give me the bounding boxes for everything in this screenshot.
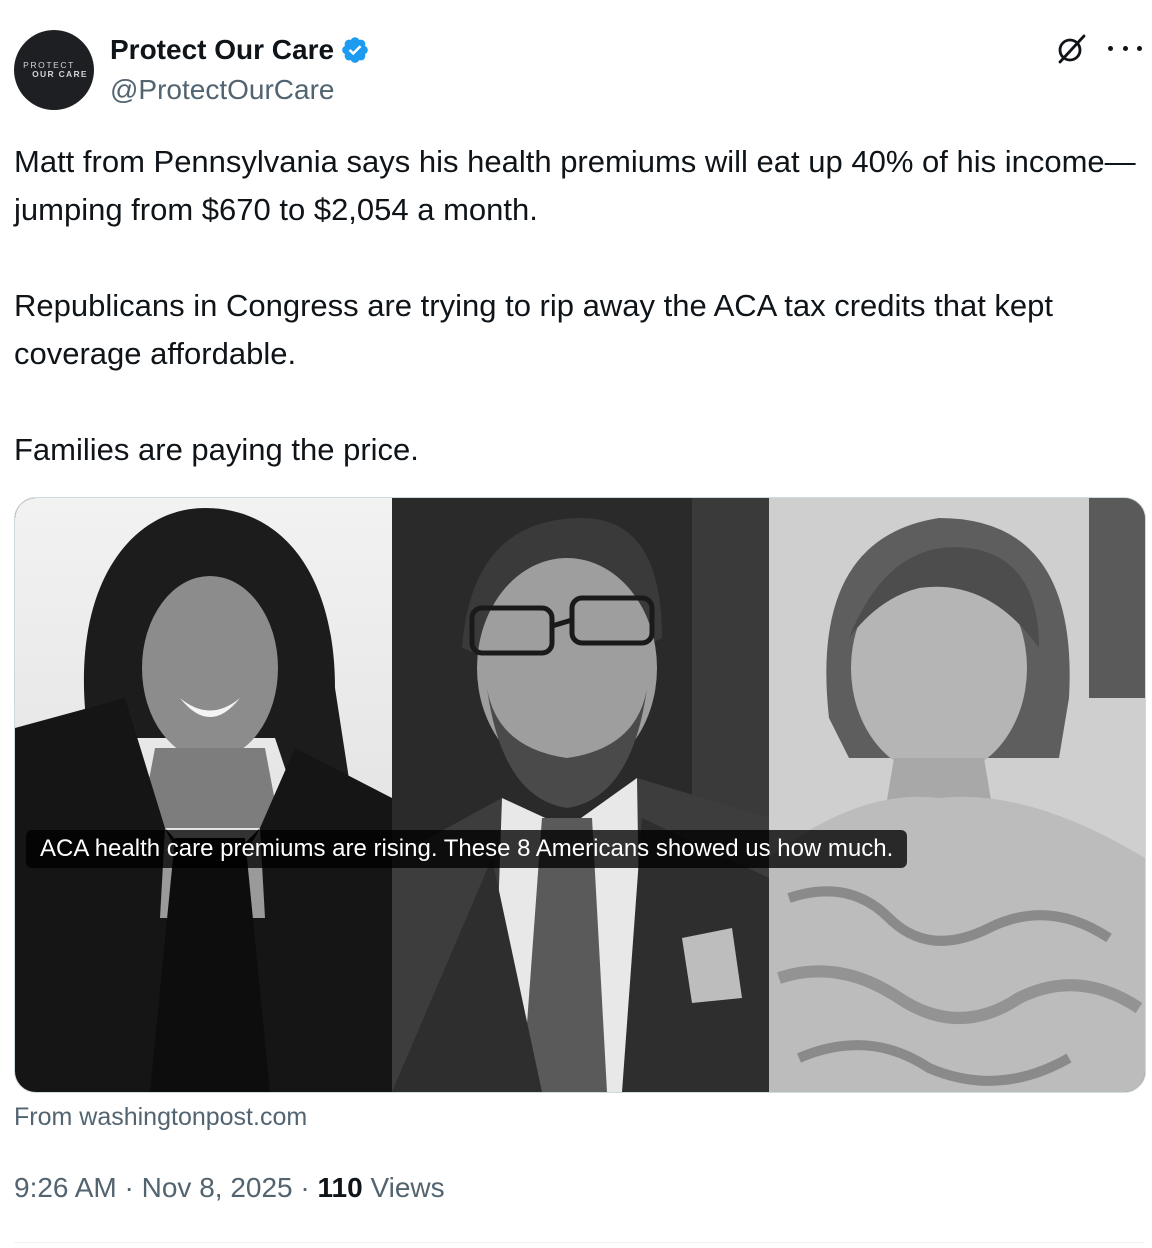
- card-source-link[interactable]: From washingtonpost.com: [14, 1100, 307, 1134]
- grok-icon[interactable]: [1054, 32, 1088, 66]
- views-label: Views: [362, 1172, 445, 1203]
- tweet-time[interactable]: 9:26 AM: [14, 1172, 117, 1203]
- avatar[interactable]: PROTECT OUR CARE: [14, 30, 94, 110]
- tweet-date[interactable]: Nov 8, 2025: [142, 1172, 293, 1203]
- link-card[interactable]: [14, 497, 1146, 1093]
- card-photo-man-glasses: [392, 498, 769, 1092]
- card-caption: ACA health care premiums are rising. The…: [26, 830, 908, 868]
- author-name-row: Protect Our Care: [110, 32, 370, 68]
- tweet-text: Matt from Pennsylvania says his health p…: [14, 138, 1138, 474]
- card-photo-woman-smiling: [15, 498, 392, 1092]
- author-handle[interactable]: @ProtectOurCare: [110, 72, 335, 108]
- more-dot: [1137, 45, 1142, 51]
- meta-separator: ·: [116, 1172, 142, 1203]
- more-options-icon[interactable]: [1108, 38, 1142, 58]
- author-name[interactable]: Protect Our Care: [110, 32, 334, 68]
- tweet-meta: 9:26 AM · Nov 8, 2025 · 110 Views: [14, 1170, 445, 1206]
- verified-badge-icon: [340, 35, 370, 65]
- divider: [14, 1242, 1144, 1243]
- avatar-text-our-care: OUR CARE: [32, 69, 88, 79]
- views-count: 110: [317, 1172, 363, 1203]
- tweet-paragraph-2: Republicans in Congress are trying to ri…: [14, 288, 1054, 371]
- meta-separator: ·: [292, 1172, 318, 1203]
- tweet-paragraph-1: Matt from Pennsylvania says his health p…: [14, 144, 1136, 227]
- card-photo-older-woman: [769, 498, 1145, 1092]
- more-dot: [1108, 45, 1113, 51]
- more-dot: [1122, 45, 1128, 51]
- tweet-paragraph-3: Families are paying the price.: [14, 432, 419, 467]
